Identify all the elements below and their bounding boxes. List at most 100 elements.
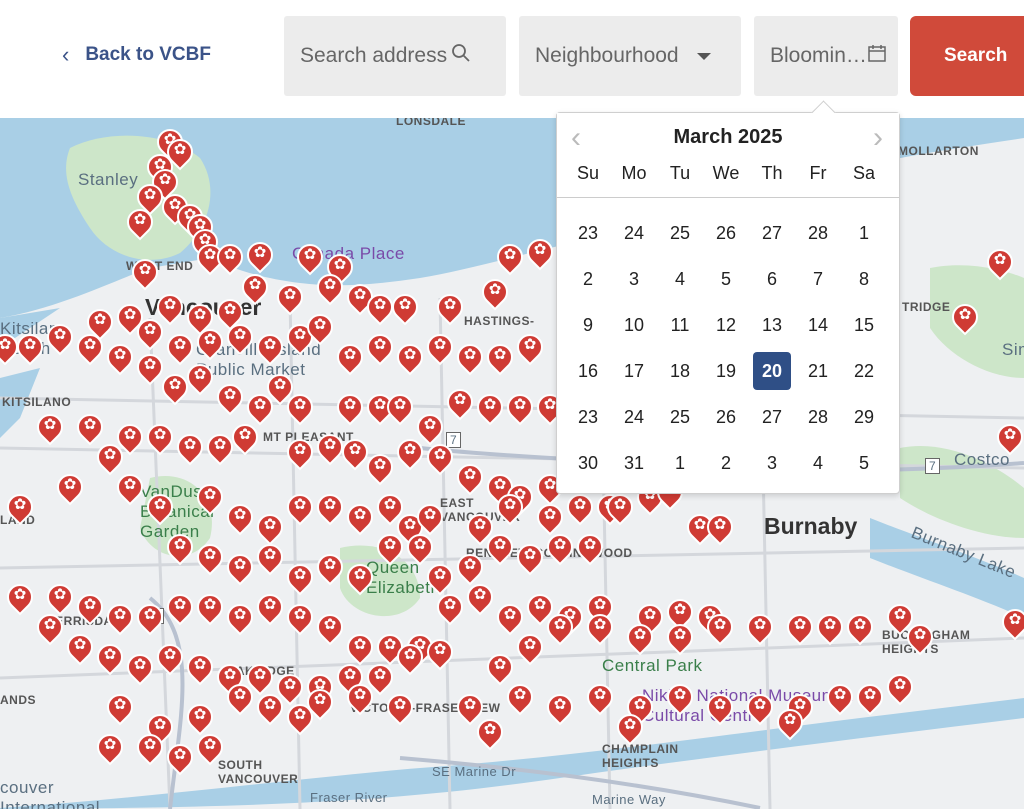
cherry-blossom-pin-icon[interactable]: ✿ [701, 688, 739, 728]
cherry-blossom-pin-icon[interactable]: ✿ [171, 428, 209, 468]
day-cell[interactable]: 23 [569, 214, 607, 252]
cherry-blossom-pin-icon[interactable]: ✿ [251, 538, 289, 578]
cherry-blossom-pin-icon[interactable]: ✿ [191, 588, 229, 628]
day-cell[interactable]: 24 [615, 214, 653, 252]
cherry-blossom-pin-icon[interactable]: ✿ [191, 728, 229, 768]
cherry-blossom-pin-icon[interactable]: ✿ [191, 478, 229, 518]
cherry-blossom-pin-icon[interactable]: ✿ [181, 648, 219, 688]
day-cell[interactable]: 27 [753, 398, 791, 436]
day-cell[interactable]: 26 [707, 398, 745, 436]
cherry-blossom-pin-icon[interactable]: ✿ [226, 418, 264, 458]
cherry-blossom-pin-icon[interactable]: ✿ [311, 488, 349, 528]
cherry-blossom-pin-icon[interactable]: ✿ [661, 618, 699, 658]
cherry-blossom-pin-icon[interactable]: ✿ [221, 318, 259, 358]
cherry-blossom-pin-icon[interactable]: ✿ [161, 738, 199, 778]
cherry-blossom-pin-icon[interactable]: ✿ [391, 433, 429, 473]
cherry-blossom-pin-icon[interactable]: ✿ [61, 628, 99, 668]
day-cell[interactable]: 16 [569, 352, 607, 390]
cherry-blossom-pin-icon[interactable]: ✿ [361, 288, 399, 328]
cherry-blossom-pin-icon[interactable]: ✿ [251, 688, 289, 728]
cherry-blossom-pin-icon[interactable]: ✿ [91, 728, 129, 768]
day-cell[interactable]: 4 [661, 260, 699, 298]
cherry-blossom-pin-icon[interactable]: ✿ [341, 558, 379, 598]
day-cell[interactable]: 5 [707, 260, 745, 298]
cherry-blossom-pin-icon[interactable]: ✿ [381, 388, 419, 428]
cherry-blossom-pin-icon[interactable]: ✿ [501, 678, 539, 718]
cherry-blossom-pin-icon[interactable]: ✿ [431, 588, 469, 628]
cherry-blossom-pin-icon[interactable]: ✿ [331, 338, 369, 378]
cherry-blossom-pin-icon[interactable]: ✿ [131, 598, 169, 638]
cherry-blossom-pin-icon[interactable]: ✿ [221, 498, 259, 538]
cherry-blossom-pin-icon[interactable]: ✿ [581, 608, 619, 648]
cherry-blossom-pin-icon[interactable]: ✿ [981, 243, 1019, 283]
cherry-blossom-pin-icon[interactable]: ✿ [161, 328, 199, 368]
cherry-blossom-pin-icon[interactable]: ✿ [126, 253, 164, 293]
cherry-blossom-pin-icon[interactable]: ✿ [571, 528, 609, 568]
cherry-blossom-pin-icon[interactable]: ✿ [991, 418, 1024, 458]
cherry-blossom-pin-icon[interactable]: ✿ [511, 628, 549, 668]
chevron-right-icon[interactable]: › [873, 121, 883, 155]
day-cell[interactable]: 1 [845, 214, 883, 252]
cherry-blossom-pin-icon[interactable]: ✿ [541, 608, 579, 648]
cherry-blossom-pin-icon[interactable]: ✿ [491, 488, 529, 528]
day-cell[interactable]: 15 [845, 306, 883, 344]
cherry-blossom-pin-icon[interactable]: ✿ [881, 668, 919, 708]
cherry-blossom-pin-icon[interactable]: ✿ [371, 528, 409, 568]
cherry-blossom-pin-icon[interactable]: ✿ [131, 348, 169, 388]
cherry-blossom-pin-icon[interactable]: ✿ [291, 238, 329, 278]
cherry-blossom-pin-icon[interactable]: ✿ [191, 538, 229, 578]
cherry-blossom-pin-icon[interactable]: ✿ [621, 618, 659, 658]
cherry-blossom-pin-icon[interactable]: ✿ [251, 328, 289, 368]
cherry-blossom-pin-icon[interactable]: ✿ [841, 608, 879, 648]
cherry-blossom-pin-icon[interactable]: ✿ [336, 433, 374, 473]
cherry-blossom-pin-icon[interactable]: ✿ [251, 588, 289, 628]
cherry-blossom-pin-icon[interactable]: ✿ [271, 278, 309, 318]
day-cell[interactable]: 31 [615, 444, 653, 482]
day-cell[interactable]: 19 [707, 352, 745, 390]
cherry-blossom-pin-icon[interactable]: ✿ [131, 728, 169, 768]
cherry-blossom-pin-icon[interactable]: ✿ [0, 328, 24, 368]
cherry-blossom-pin-icon[interactable]: ✿ [91, 438, 129, 478]
cherry-blossom-pin-icon[interactable]: ✿ [581, 678, 619, 718]
cherry-blossom-pin-icon[interactable]: ✿ [241, 236, 279, 276]
cherry-blossom-pin-icon[interactable]: ✿ [161, 528, 199, 568]
cherry-blossom-pin-icon[interactable]: ✿ [381, 688, 419, 728]
cherry-blossom-pin-icon[interactable]: ✿ [561, 488, 599, 528]
cherry-blossom-pin-icon[interactable]: ✿ [946, 298, 984, 338]
cherry-blossom-pin-icon[interactable]: ✿ [1, 578, 39, 618]
day-cell[interactable]: 18 [661, 352, 699, 390]
cherry-blossom-pin-icon[interactable]: ✿ [311, 268, 349, 308]
cherry-blossom-pin-icon[interactable]: ✿ [851, 678, 889, 718]
cherry-blossom-pin-icon[interactable]: ✿ [541, 688, 579, 728]
cherry-blossom-pin-icon[interactable]: ✿ [471, 388, 509, 428]
cherry-blossom-pin-icon[interactable]: ✿ [281, 488, 319, 528]
cherry-blossom-pin-icon[interactable]: ✿ [41, 318, 79, 358]
cherry-blossom-pin-icon[interactable]: ✿ [901, 618, 939, 658]
cherry-blossom-pin-icon[interactable]: ✿ [451, 338, 489, 378]
day-cell[interactable]: 13 [753, 306, 791, 344]
cherry-blossom-pin-icon[interactable]: ✿ [1, 488, 39, 528]
day-cell[interactable]: 11 [661, 306, 699, 344]
cherry-blossom-pin-icon[interactable]: ✿ [71, 588, 109, 628]
cherry-blossom-pin-icon[interactable]: ✿ [361, 448, 399, 488]
cherry-blossom-pin-icon[interactable]: ✿ [156, 368, 194, 408]
cherry-blossom-pin-icon[interactable]: ✿ [131, 313, 169, 353]
cherry-blossom-pin-icon[interactable]: ✿ [151, 638, 189, 678]
day-cell[interactable]: 14 [799, 306, 837, 344]
cherry-blossom-pin-icon[interactable]: ✿ [471, 713, 509, 753]
day-cell[interactable]: 2 [569, 260, 607, 298]
day-cell[interactable]: 23 [569, 398, 607, 436]
cherry-blossom-pin-icon[interactable]: ✿ [421, 438, 459, 478]
cherry-blossom-pin-icon[interactable]: ✿ [511, 328, 549, 368]
cherry-blossom-pin-icon[interactable]: ✿ [71, 328, 109, 368]
cherry-blossom-pin-icon[interactable]: ✿ [121, 648, 159, 688]
cherry-blossom-pin-icon[interactable]: ✿ [541, 528, 579, 568]
cherry-blossom-pin-icon[interactable]: ✿ [361, 328, 399, 368]
cherry-blossom-pin-icon[interactable]: ✿ [996, 603, 1024, 643]
day-cell[interactable]: 25 [661, 214, 699, 252]
cherry-blossom-pin-icon[interactable]: ✿ [401, 528, 439, 568]
cherry-blossom-pin-icon[interactable]: ✿ [741, 608, 779, 648]
day-cell[interactable]: 3 [753, 444, 791, 482]
day-cell[interactable]: 10 [615, 306, 653, 344]
cherry-blossom-pin-icon[interactable]: ✿ [391, 638, 429, 678]
